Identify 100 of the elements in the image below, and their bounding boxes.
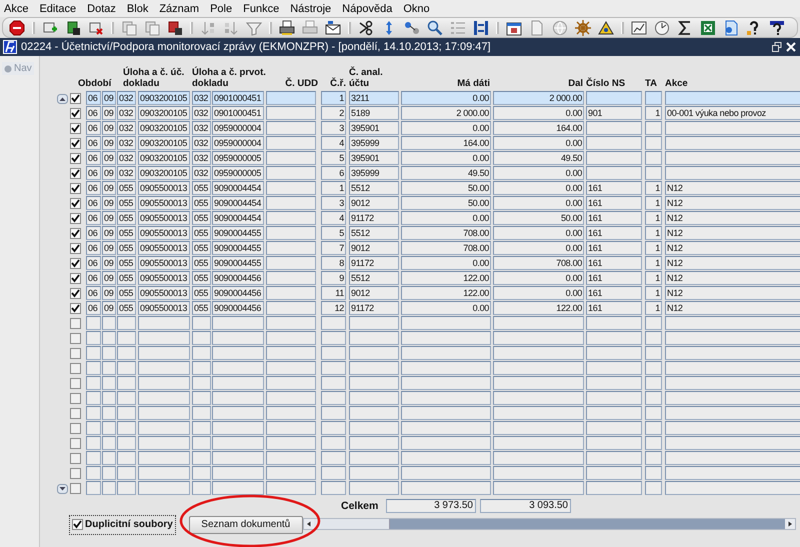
table-cell[interactable] xyxy=(586,91,642,105)
table-cell[interactable]: 1 xyxy=(645,226,662,240)
table-cell[interactable] xyxy=(493,391,584,405)
table-cell[interactable] xyxy=(266,106,316,120)
table-cell[interactable] xyxy=(192,451,211,465)
table-cell[interactable] xyxy=(266,181,316,195)
table-cell[interactable]: 0903200105 xyxy=(138,121,190,135)
table-cell[interactable] xyxy=(321,421,346,435)
menu-item[interactable]: Nápověda xyxy=(341,2,394,14)
table-cell[interactable]: 9090004456 xyxy=(212,301,264,315)
checkbox[interactable] xyxy=(70,228,81,239)
menu-item[interactable]: Funkce xyxy=(242,2,280,14)
table-cell[interactable]: 09 xyxy=(102,166,116,180)
table-cell[interactable]: 0903200105 xyxy=(138,166,190,180)
table-cell[interactable]: 06 xyxy=(86,181,101,195)
table-cell[interactable]: 164.00 xyxy=(401,136,491,150)
table-cell[interactable] xyxy=(493,361,584,375)
table-cell[interactable] xyxy=(212,451,264,465)
table-cell[interactable]: 0.00 xyxy=(401,151,491,165)
table-cell[interactable] xyxy=(586,481,642,495)
table-cell[interactable]: 161 xyxy=(586,271,642,285)
table-cell[interactable]: 06 xyxy=(86,106,101,120)
table-cell[interactable] xyxy=(586,316,642,330)
table-cell[interactable]: 3 xyxy=(321,196,346,210)
table-cell[interactable] xyxy=(138,481,190,495)
table-cell[interactable] xyxy=(401,391,491,405)
table-cell[interactable]: 09 xyxy=(102,301,116,315)
table-cell[interactable]: 3 xyxy=(321,121,346,135)
checkbox[interactable] xyxy=(70,333,81,344)
table-cell[interactable]: 91172 xyxy=(349,301,399,315)
checkbox[interactable] xyxy=(70,183,81,194)
table-cell[interactable] xyxy=(266,271,316,285)
clock-icon[interactable] xyxy=(654,20,670,36)
table-cell[interactable]: 00-001 výuka nebo provoz xyxy=(665,106,800,120)
table-cell[interactable] xyxy=(212,481,264,495)
table-cell[interactable] xyxy=(86,391,101,405)
table-cell[interactable]: 5189 xyxy=(349,106,399,120)
table-cell[interactable]: 09 xyxy=(102,196,116,210)
table-cell[interactable] xyxy=(266,391,316,405)
table-cell[interactable]: 9090004455 xyxy=(212,241,264,255)
table-cell[interactable]: 0903200105 xyxy=(138,91,190,105)
checkbox[interactable] xyxy=(70,423,81,434)
table-cell[interactable]: 1 xyxy=(645,241,662,255)
table-cell[interactable] xyxy=(266,241,316,255)
table-cell[interactable]: 5 xyxy=(321,226,346,240)
table-cell[interactable]: 9012 xyxy=(349,241,399,255)
table-cell[interactable] xyxy=(117,331,136,345)
scissors-icon[interactable] xyxy=(358,20,374,36)
table-cell[interactable]: 032 xyxy=(117,151,136,165)
table-cell[interactable] xyxy=(212,436,264,450)
table-cell[interactable]: 06 xyxy=(86,271,101,285)
scroll-right-icon[interactable] xyxy=(785,519,795,529)
table-cell[interactable]: 0.00 xyxy=(493,286,584,300)
table-cell[interactable]: 50.00 xyxy=(401,196,491,210)
table-cell[interactable]: 0.00 xyxy=(493,196,584,210)
table-cell[interactable] xyxy=(586,166,642,180)
table-cell[interactable]: 032 xyxy=(192,106,211,120)
table-cell[interactable]: 9012 xyxy=(349,286,399,300)
table-cell[interactable]: 708.00 xyxy=(401,241,491,255)
close-icon[interactable] xyxy=(786,42,796,52)
table-cell[interactable] xyxy=(138,421,190,435)
table-cell[interactable]: 055 xyxy=(117,211,136,225)
table-cell[interactable] xyxy=(645,436,662,450)
table-cell[interactable]: 161 xyxy=(586,256,642,270)
table-cell[interactable] xyxy=(266,376,316,390)
table-cell[interactable] xyxy=(321,391,346,405)
table-cell[interactable] xyxy=(86,346,101,360)
table-cell[interactable]: 122.00 xyxy=(401,271,491,285)
table-cell[interactable] xyxy=(86,421,101,435)
scroll-down-icon[interactable] xyxy=(57,484,68,494)
table-cell[interactable] xyxy=(86,406,101,420)
table-cell[interactable]: 0.00 xyxy=(401,211,491,225)
table-cell[interactable] xyxy=(117,376,136,390)
table-cell[interactable] xyxy=(586,391,642,405)
table-cell[interactable] xyxy=(117,466,136,480)
table-cell[interactable]: 1 xyxy=(645,286,662,300)
table-cell[interactable] xyxy=(401,361,491,375)
checkbox[interactable] xyxy=(70,273,81,284)
table-cell[interactable]: 06 xyxy=(86,196,101,210)
table-cell[interactable]: 0.00 xyxy=(493,166,584,180)
table-cell[interactable]: 0.00 xyxy=(493,271,584,285)
table-cell[interactable] xyxy=(349,316,399,330)
table-cell[interactable]: 055 xyxy=(117,271,136,285)
table-cell[interactable]: 0905500013 xyxy=(138,286,190,300)
table-cell[interactable] xyxy=(102,451,116,465)
table-cell[interactable]: 055 xyxy=(192,211,211,225)
table-cell[interactable]: 055 xyxy=(192,286,211,300)
table-cell[interactable]: 9090004456 xyxy=(212,286,264,300)
add-record-icon[interactable] xyxy=(42,20,58,36)
table-cell[interactable]: 0.00 xyxy=(493,106,584,120)
table-cell[interactable] xyxy=(586,421,642,435)
table-cell[interactable]: 1 xyxy=(645,106,662,120)
table-cell[interactable] xyxy=(266,436,316,450)
table-cell[interactable] xyxy=(266,421,316,435)
table-cell[interactable] xyxy=(665,166,800,180)
envelope-icon[interactable] xyxy=(325,20,341,36)
checkbox[interactable] xyxy=(70,483,81,494)
table-cell[interactable] xyxy=(266,136,316,150)
scroll-up-icon[interactable] xyxy=(57,94,68,104)
table-cell[interactable]: 055 xyxy=(192,226,211,240)
